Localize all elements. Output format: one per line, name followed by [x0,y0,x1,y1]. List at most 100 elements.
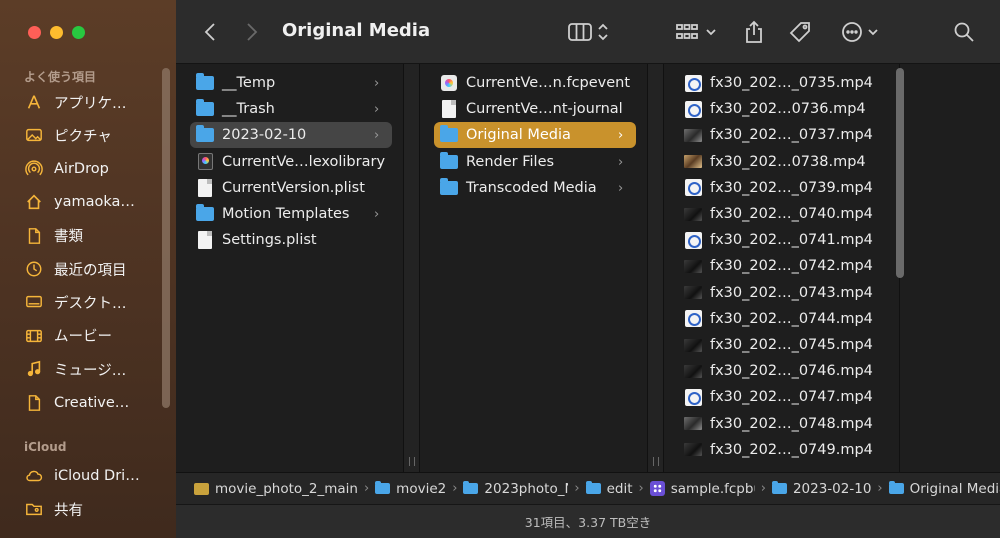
folder-icon [440,177,458,195]
file-row[interactable]: CurrentVe…nt-journal [434,96,636,122]
file-row[interactable]: fx30_202…_0744.mp4 [678,306,888,332]
file-row[interactable]: fx30_202…0738.mp4 [678,149,888,175]
folder-icon [375,481,391,494]
row-icon [684,205,702,223]
search-button[interactable] [950,16,978,48]
icloud-item[interactable]: iCloud Dri… [24,461,164,491]
favorites-item[interactable]: 書類 [24,221,164,251]
file-row[interactable]: fx30_202…_0746.mp4 [678,358,888,384]
folder-row[interactable]: __Temp › [190,70,392,96]
file-row[interactable]: fx30_202…_0735.mp4 [678,70,888,96]
path-crumb[interactable]: sample.fcpbu [649,481,755,497]
favorites-item[interactable]: アプリケ… [24,87,164,117]
finder-window: よく使う項目 アプリケ… ピクチャ AirDrop yamaoka… 書類 最近の項目 デス… [0,0,1000,538]
chevron-right-icon [247,23,258,41]
folder-icon [771,481,787,494]
chevron-down-icon [868,29,878,36]
file-row[interactable]: fx30_202…_0742.mp4 [678,253,888,279]
drive-icon [194,482,209,495]
view-mode-button[interactable] [564,16,612,48]
icloud-item[interactable]: 共有 [24,494,164,524]
row-label: fx30_202…_0745.mp4 [710,337,873,353]
folder-icon [196,125,214,143]
row-label: fx30_202…_0743.mp4 [710,284,873,301]
path-crumb[interactable]: 2023photo_N [463,481,568,497]
file-row[interactable]: fx30_202…_0748.mp4 [678,411,888,437]
film-icon [24,326,44,346]
file-row[interactable]: Settings.plist [190,227,392,253]
tag-button[interactable] [786,16,814,48]
video-thumbnail-icon [684,338,702,352]
path-crumb[interactable]: Original Media [888,481,1000,497]
row-label: CurrentVe…lexolibrary [222,153,386,170]
folder-row[interactable]: Render Files › [434,149,636,175]
minimize-button[interactable] [50,26,63,39]
favorites-item[interactable]: ピクチャ [24,120,164,150]
pictures-icon [24,125,44,145]
row-label: fx30_202…_0735.mp4 [710,75,873,91]
sidebar-item-label: ピクチャ [54,128,112,145]
file-row[interactable]: CurrentVersion.plist [190,175,392,201]
document-icon [24,226,44,246]
folder-icon [888,481,904,494]
file-row[interactable]: fx30_202…0736.mp4 [678,96,888,122]
column-resize-handle[interactable] [648,64,664,472]
favorites-item[interactable]: 最近の項目 [24,254,164,284]
file-row[interactable]: fx30_202…_0749.mp4 [678,437,888,463]
column-3-scrollbar[interactable] [896,68,904,278]
folder-row[interactable]: __Trash › [190,96,392,122]
group-button[interactable] [672,16,720,48]
folder-row[interactable]: Original Media › [434,122,636,149]
path-crumb[interactable]: movie_photo_2_main [194,481,358,497]
folder-row[interactable]: 2023-02-10 › [190,122,392,149]
close-button[interactable] [28,26,41,39]
favorites-item[interactable]: ミュージ… [24,354,164,384]
more-actions-button[interactable] [836,16,884,48]
forward-button[interactable] [240,16,264,48]
file-row[interactable]: CurrentVe…n.fcpevent [434,70,636,96]
sidebar-item-label: yamaoka… [54,194,135,211]
window-title: Original Media [282,20,431,41]
row-icon [684,179,702,197]
file-row[interactable]: fx30_202…_0739.mp4 [678,175,888,201]
zoom-button[interactable] [72,26,85,39]
file-row[interactable]: fx30_202…_0745.mp4 [678,332,888,358]
favorites-item[interactable]: Creative… [24,388,164,418]
clock-icon [24,259,44,279]
path-crumb[interactable]: 2023-02-10 [771,481,871,497]
favorites-item[interactable]: デスクト… [24,287,164,317]
back-button[interactable] [198,16,222,48]
share-button[interactable] [740,16,768,48]
path-crumb[interactable]: edit [585,481,633,497]
file-row[interactable]: fx30_202…_0741.mp4 [678,227,888,253]
path-crumb[interactable]: movie2 [375,481,446,497]
sidebar-scrollbar[interactable] [162,68,170,408]
row-icon [196,178,214,197]
path-separator-icon: › [638,481,644,496]
folder-row[interactable]: Transcoded Media › [434,175,636,201]
favorites-item[interactable]: AirDrop [24,154,164,184]
video-file-icon [684,179,702,197]
folder-row[interactable]: Motion Templates › [190,201,392,227]
column-3-scroll-area [900,64,1000,472]
favorites-item[interactable]: ムービー [24,321,164,351]
file-row[interactable]: fx30_202…_0747.mp4 [678,384,888,410]
row-icon [440,74,458,92]
shared-folder-icon [24,499,44,519]
folder-icon [440,125,458,143]
column-2: CurrentVe…n.fcpevent CurrentVe…nt-journal… [420,64,648,472]
file-row[interactable]: fx30_202…_0737.mp4 [678,122,888,148]
chevron-right-icon: › [374,128,380,144]
sidebar-item-label: AirDrop [54,160,109,177]
favorites-item[interactable]: yamaoka… [24,187,164,217]
file-row[interactable]: fx30_202…_0743.mp4 [678,280,888,306]
row-icon [684,153,702,171]
bundle-icon [649,481,665,496]
video-thumbnail-icon [684,364,702,378]
row-label: 2023-02-10 [222,127,307,144]
column-resize-handle[interactable] [404,64,420,472]
file-row[interactable]: fx30_202…_0740.mp4 [678,201,888,227]
row-label: fx30_202…_0740.mp4 [710,206,873,222]
row-icon [684,310,702,328]
file-row[interactable]: CurrentVe…lexolibrary [190,149,392,175]
